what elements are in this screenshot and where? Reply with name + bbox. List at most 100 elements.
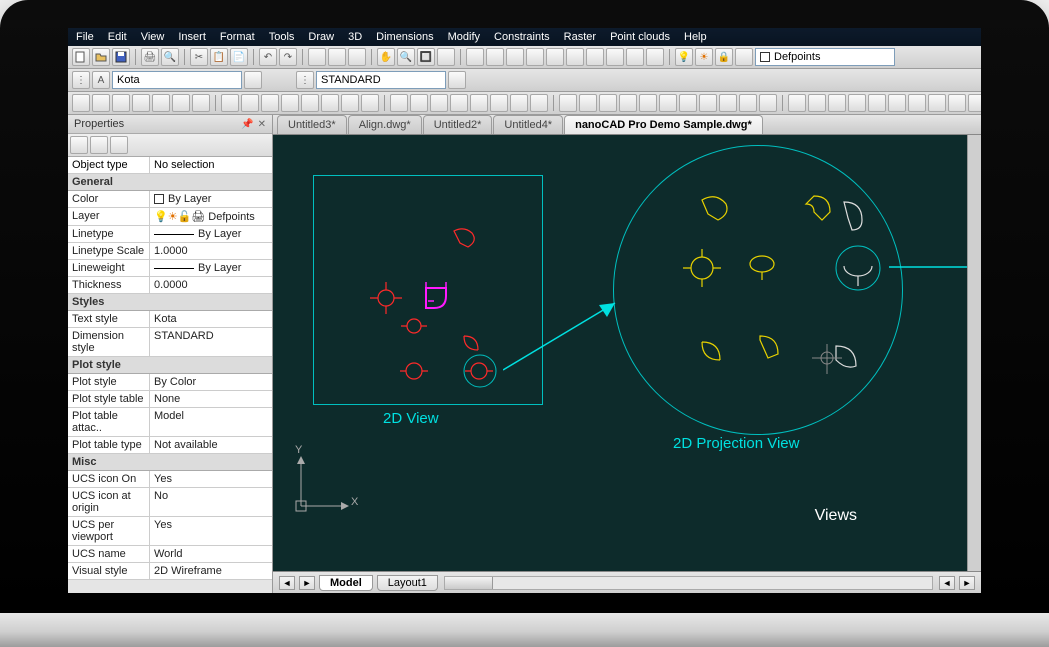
prop-value[interactable]: By Layer [150, 260, 272, 276]
tool3-23-icon[interactable] [559, 94, 577, 112]
menu-modify[interactable]: Modify [448, 31, 480, 43]
menu-insert[interactable]: Insert [178, 31, 206, 43]
tool3-20-icon[interactable] [490, 94, 508, 112]
tool3-35-icon[interactable] [808, 94, 826, 112]
scroll-right-icon[interactable]: ► [959, 576, 975, 590]
tab-next-icon[interactable]: ► [299, 576, 315, 590]
prop-value[interactable]: STANDARD [150, 328, 272, 356]
dim-tool-0-icon[interactable] [466, 48, 484, 66]
tool3-26-icon[interactable] [619, 94, 637, 112]
prop-value[interactable]: Yes [150, 517, 272, 545]
lock-icon[interactable]: 🔒 [715, 48, 733, 66]
prop-value[interactable]: No [150, 488, 272, 516]
tstyle-more-icon[interactable] [244, 71, 262, 89]
menu-raster[interactable]: Raster [564, 31, 596, 43]
active-layer-field[interactable]: Defpoints [755, 48, 895, 66]
tool3-7-icon[interactable] [221, 94, 239, 112]
tool3-6-icon[interactable] [192, 94, 210, 112]
menu-constraints[interactable]: Constraints [494, 31, 550, 43]
doc-tab[interactable]: Untitled3* [277, 115, 347, 134]
prop-value[interactable]: By Layer [150, 226, 272, 242]
menu-file[interactable]: File [76, 31, 94, 43]
redo-icon[interactable]: ↷ [279, 48, 297, 66]
tool3-17-icon[interactable] [430, 94, 448, 112]
tool3-12-icon[interactable] [321, 94, 339, 112]
zoom-icon[interactable]: 🔍 [397, 48, 415, 66]
pin-icon[interactable]: 📌 [241, 119, 253, 130]
tool3-0-icon[interactable] [72, 94, 90, 112]
prop-group-header[interactable]: General [68, 174, 272, 191]
tool3-22-icon[interactable] [530, 94, 548, 112]
doc-tab[interactable]: Untitled2* [423, 115, 493, 134]
tool3-29-icon[interactable] [679, 94, 697, 112]
scroll-left-icon[interactable]: ◄ [939, 576, 955, 590]
prop-value[interactable]: 2D Wireframe [150, 563, 272, 579]
doc-tab[interactable]: Align.dwg* [348, 115, 422, 134]
tool3-38-icon[interactable] [868, 94, 886, 112]
prop-group-header[interactable]: Plot style [68, 357, 272, 374]
tool3-1-icon[interactable] [92, 94, 110, 112]
menu-format[interactable]: Format [220, 31, 255, 43]
grip2-icon[interactable]: ⋮ [296, 71, 314, 89]
tool3-18-icon[interactable] [450, 94, 468, 112]
scrollbar-vertical[interactable] [967, 135, 981, 571]
tool3-16-icon[interactable] [410, 94, 428, 112]
tool3-15-icon[interactable] [390, 94, 408, 112]
menu-help[interactable]: Help [684, 31, 707, 43]
tool3-2-icon[interactable] [112, 94, 130, 112]
dimstyle-more-icon[interactable] [448, 71, 466, 89]
tool3-27-icon[interactable] [639, 94, 657, 112]
prop-value[interactable]: Model [150, 408, 272, 436]
preview-icon[interactable]: 🔍 [161, 48, 179, 66]
dim-tool-5-icon[interactable] [566, 48, 584, 66]
prop-tool3-icon[interactable] [110, 136, 128, 154]
menu-tools[interactable]: Tools [269, 31, 295, 43]
tool3-42-icon[interactable] [948, 94, 966, 112]
prop-icon[interactable] [328, 48, 346, 66]
tool3-21-icon[interactable] [510, 94, 528, 112]
model-tab[interactable]: Model [319, 575, 373, 591]
grip-icon[interactable]: ⋮ [72, 71, 90, 89]
tool3-28-icon[interactable] [659, 94, 677, 112]
prop-value[interactable]: None [150, 391, 272, 407]
tool3-34-icon[interactable] [788, 94, 806, 112]
layerprint-icon[interactable] [735, 48, 753, 66]
prop-tool2-icon[interactable] [90, 136, 108, 154]
tool3-9-icon[interactable] [261, 94, 279, 112]
tool3-41-icon[interactable] [928, 94, 946, 112]
scrollbar-horizontal[interactable] [444, 576, 933, 590]
menu-dimensions[interactable]: Dimensions [376, 31, 433, 43]
tool3-30-icon[interactable] [699, 94, 717, 112]
dim-tool-9-icon[interactable] [646, 48, 664, 66]
tool3-5-icon[interactable] [172, 94, 190, 112]
prop-value[interactable]: World [150, 546, 272, 562]
prop-value[interactable]: 1.0000 [150, 243, 272, 259]
cut-icon[interactable]: ✂ [190, 48, 208, 66]
tab-prev-icon[interactable]: ◄ [279, 576, 295, 590]
tool3-37-icon[interactable] [848, 94, 866, 112]
canvas[interactable]: 2D View [273, 135, 967, 571]
menu-draw[interactable]: Draw [308, 31, 334, 43]
dim-tool-3-icon[interactable] [526, 48, 544, 66]
prop-value[interactable]: By Color [150, 374, 272, 390]
sun-icon[interactable]: ☀ [695, 48, 713, 66]
tool3-10-icon[interactable] [281, 94, 299, 112]
dim-tool-1-icon[interactable] [486, 48, 504, 66]
tool3-14-icon[interactable] [361, 94, 379, 112]
dim-tool-7-icon[interactable] [606, 48, 624, 66]
text-style-combo[interactable] [112, 71, 242, 89]
close-icon[interactable]: ✕ [258, 119, 266, 130]
menu-edit[interactable]: Edit [108, 31, 127, 43]
doc-tab[interactable]: nanoCAD Pro Demo Sample.dwg* [564, 115, 763, 134]
pan-icon[interactable]: ✋ [377, 48, 395, 66]
tool3-25-icon[interactable] [599, 94, 617, 112]
new-icon[interactable] [72, 48, 90, 66]
dim-style-combo[interactable] [316, 71, 446, 89]
menu-3d[interactable]: 3D [348, 31, 362, 43]
print-icon[interactable]: 🖨 [141, 48, 159, 66]
prop-value[interactable]: 0.0000 [150, 277, 272, 293]
tool3-19-icon[interactable] [470, 94, 488, 112]
save-icon[interactable] [112, 48, 130, 66]
prop-group-header[interactable]: Misc [68, 454, 272, 471]
prop-value[interactable]: Yes [150, 471, 272, 487]
